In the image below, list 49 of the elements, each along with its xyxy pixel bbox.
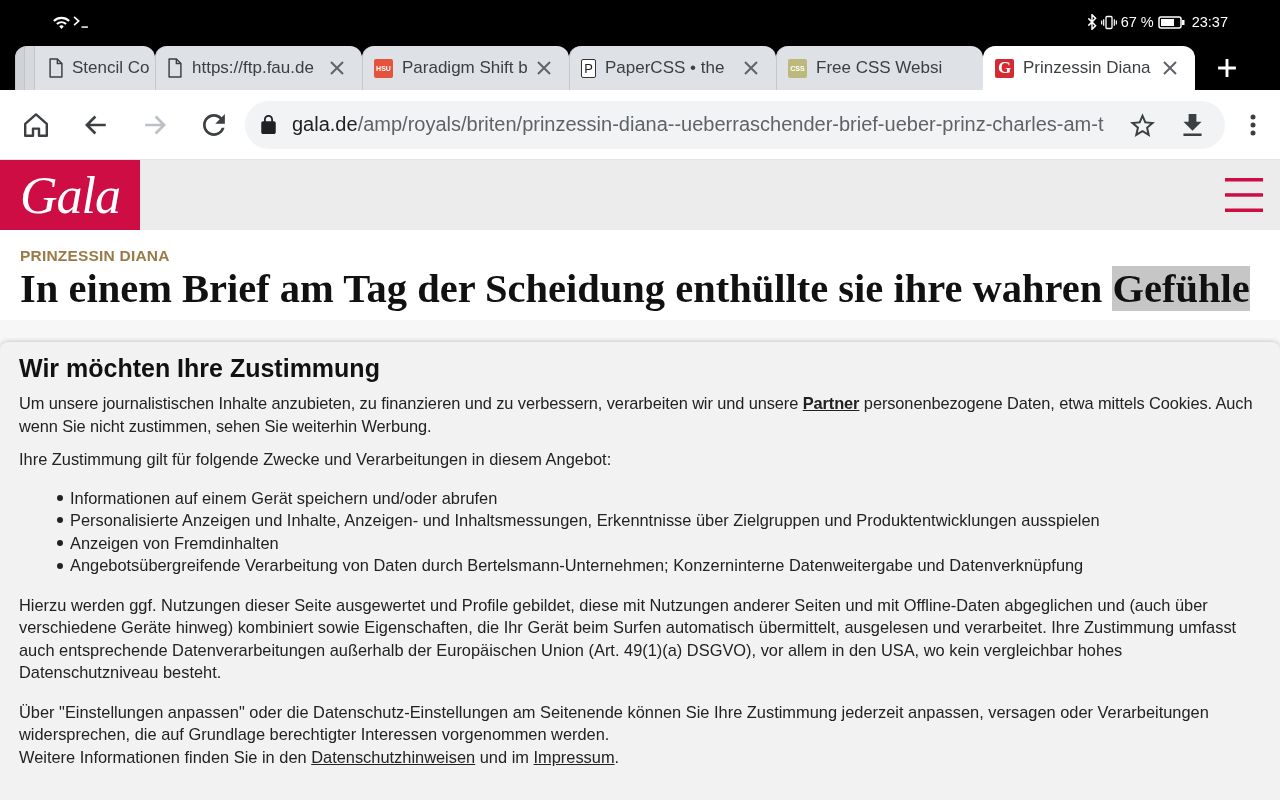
back-arrow-icon[interactable] — [85, 114, 107, 135]
close-icon[interactable] — [537, 61, 551, 75]
bullet-icon — [57, 494, 63, 501]
vibrate-icon — [1100, 14, 1117, 30]
article-headline: In einem Brief am Tag der Scheidung enthüllte sie ihre wahren Gefühle — [20, 265, 1251, 313]
battery-percentage: 67 % — [1120, 14, 1154, 30]
reload-icon[interactable] — [203, 113, 225, 136]
browser-tab[interactable]: G Prinzessin Diana — [983, 46, 1195, 90]
site-favicon: G — [995, 58, 1014, 78]
consent-text: Ihre Zustimmung gilt für folgende Zwecke und Verarbeitungen in diesem Angebot: — [19, 449, 613, 470]
consent-text: Weitere Informationen finden Sie in den Datenschutzhinweisen und im Impressum. — [19, 746, 621, 768]
close-icon[interactable] — [330, 61, 344, 75]
bluetooth-icon — [1086, 14, 1097, 30]
browser-tab[interactable]: P PaperCSS • the — [569, 46, 776, 90]
page-icon — [167, 58, 183, 78]
partner-link[interactable]: Partner — [802, 394, 860, 412]
menu-icon[interactable] — [1225, 178, 1263, 212]
battery-icon — [1157, 15, 1185, 29]
close-icon[interactable] — [1163, 61, 1177, 75]
purpose-text: Personalisierte Anzeigen und Inhalte, Anzeigen- und Inhaltsmessungen, Erkenntnisse über Zielgruppen und Produktentwicklungen ausspielen — [70, 510, 1100, 532]
download-icon[interactable] — [1183, 113, 1202, 136]
terminal-icon — [73, 16, 89, 28]
bullet-icon — [57, 562, 63, 569]
page-icon — [48, 58, 64, 78]
purpose-text: Angebotsübergreifende Verarbeitung von Daten durch Bertelsmann-Unternehmen; Konzerninterne Datenweitergabe und Datenverknüpfung — [70, 555, 1084, 577]
consent-text: Um unsere journalistischen Inhalte anzubieten, zu finanzieren und zu verbessern, verarbeiten wir und unsere Partner personenbezogene Daten, etwa mittels Cookies. Auch wenn Sie nicht zustimmen, sehen Sie weiterhin Werbung. — [19, 393, 1254, 437]
clock-time: 23:37 — [1191, 14, 1228, 30]
menu-icon[interactable] — [1250, 113, 1256, 136]
address-bar[interactable]: gala.de/amp/royals/briten/prinzessin-diana--ueberraschender-brief-ueber-prinz-charles-am-t — [245, 100, 1225, 149]
bullet-icon — [57, 540, 63, 546]
consent-text: Hierzu werden ggf. Nutzungen dieser Seite ausgewertet und Profile gebildet, diese mit Nutzungen anderer Seiten und mit Offline-Daten abgeglichen und (auch über verschiedene Geräte hinweg) kombiniert sowie Eigenschaften, die Ihr Gerät beim Surfen automatisch übermittelt, ausgelesen und verarbeitet. Ihre Zustimmung umfasst auch entsprechende Datenverarbeitungen außerhalb der Europäischen Union (Art. 49(1)(a) DSGVO), vor allem in den USA, wo kein vergleichbar hohes Datenschutzniveau besteht. — [19, 594, 1238, 684]
wifi-icon — [53, 15, 70, 29]
bullet-icon — [57, 517, 63, 524]
consent-text: Über "Einstellungen anpassen" oder die Datenschutz-Einstellungen am Seitenende können Sie Ihre Zustimmung jederzeit anpassen, versagen oder Verarbeitungen widersprechen, die auf Grundlage berechtigter Interessen vorgenommen werden. — [19, 701, 1210, 746]
home-icon[interactable] — [24, 112, 48, 137]
new-tab-icon[interactable] — [1217, 58, 1237, 78]
article-kicker: PRINZESSIN DIANA — [20, 247, 171, 265]
purpose-text: Informationen auf einem Gerät speichern und/oder abrufen — [70, 487, 498, 509]
site-favicon: P — [581, 58, 596, 78]
browser-tab[interactable]: Stencil Co — [15, 46, 155, 90]
site-logo[interactable]: Gala — [0, 160, 140, 230]
browser-tab[interactable]: https://ftp.fau.de — [155, 46, 362, 90]
consent-title: Wir möchten Ihre Zustimmung — [19, 353, 381, 384]
imprint-link[interactable]: Impressum — [533, 747, 615, 766]
close-icon[interactable] — [744, 61, 758, 75]
star-icon[interactable] — [1130, 112, 1155, 137]
privacy-link[interactable]: Datenschutzhinweisen — [311, 747, 476, 766]
lock-icon — [261, 115, 276, 134]
purpose-text: Anzeigen von Fremdinhalten — [70, 532, 279, 554]
